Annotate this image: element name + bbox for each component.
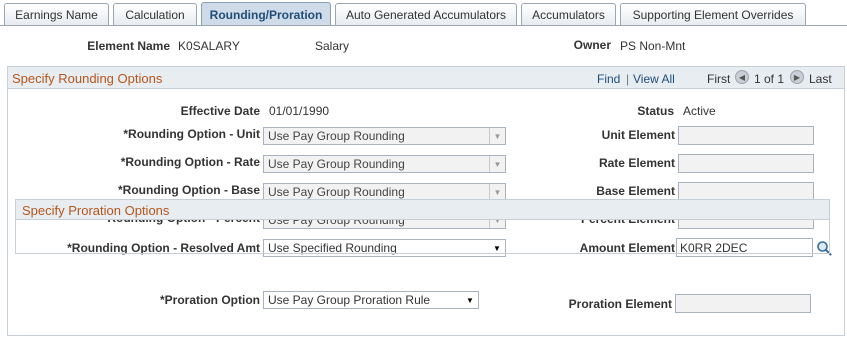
rounding-unit-value: Use Pay Group Rounding (268, 129, 405, 143)
rounding-unit-label: *Rounding Option - Unit (123, 127, 260, 141)
rounding-unit-select: Use Pay Group Rounding ▼ (263, 127, 506, 145)
chevron-right-icon[interactable]: ▶ (790, 70, 804, 84)
tab-label: Earnings Name (15, 8, 98, 22)
nav-separator: | (626, 72, 630, 86)
effective-date-value: 01/01/1990 (269, 104, 330, 118)
rounding-base-label: *Rounding Option - Base (118, 183, 260, 197)
tab-label: Supporting Element Overrides (632, 8, 794, 22)
rounding-options-title: Specify Rounding Options (12, 71, 163, 86)
rate-element-label: Rate Element (598, 156, 675, 170)
chevron-down-icon: ▼ (489, 128, 505, 144)
rounding-rate-value: Use Pay Group Rounding (268, 157, 405, 171)
tab-underline (0, 25, 847, 26)
owner-value: PS Non-Mnt (620, 39, 686, 53)
proration-option-value: Use Pay Group Proration Rule (268, 293, 431, 307)
element-name-value: K0SALARY (178, 39, 240, 53)
unit-element-label: Unit Element (601, 128, 675, 142)
tab-label: Calculation (125, 8, 185, 22)
chevron-down-icon: ▼ (489, 156, 505, 172)
proration-options-group: Specify Proration Options (15, 199, 830, 254)
status-value: Active (683, 104, 716, 118)
tab-supporting-element-overrides[interactable]: Supporting Element Overrides (620, 3, 806, 26)
tab-accumulators[interactable]: Accumulators (521, 3, 616, 26)
tab-label: Auto Generated Accumulators (345, 8, 507, 22)
tab-calculation[interactable]: Calculation (113, 3, 197, 26)
view-all-link[interactable]: View All (633, 72, 675, 86)
tab-earnings-name[interactable]: Earnings Name (4, 3, 109, 26)
element-name-label: Element Name (87, 39, 170, 53)
proration-option-label: *Proration Option (160, 293, 260, 307)
proration-element-label: Proration Element (568, 297, 672, 311)
element-description: Salary (315, 39, 350, 53)
find-link[interactable]: Find (597, 72, 620, 86)
chevron-down-icon: ▼ (489, 184, 505, 200)
tab-rounding-proration[interactable]: Rounding/Proration (201, 2, 331, 26)
status-label: Status (637, 104, 674, 118)
chevron-left-icon[interactable]: ◀ (735, 70, 749, 84)
base-element-label: Base Element (596, 184, 675, 198)
proration-options-header: Specify Proration Options (16, 200, 829, 220)
rounding-rate-label: *Rounding Option - Rate (120, 155, 260, 169)
effective-date-label: Effective Date (180, 104, 260, 118)
tab-bar: Earnings Name Calculation Rounding/Prora… (0, 0, 847, 26)
first-label: First (707, 72, 731, 86)
unit-element-field (678, 126, 814, 145)
proration-element-field (675, 294, 811, 313)
chevron-down-icon: ▼ (466, 295, 474, 305)
tab-label: Rounding/Proration (209, 7, 323, 22)
rounding-rate-select: Use Pay Group Rounding ▼ (263, 155, 506, 173)
owner-label: Owner (573, 38, 611, 52)
rounding-options-header: Specify Rounding Options Find | View All… (8, 67, 844, 89)
tab-label: Accumulators (532, 8, 605, 22)
rate-element-field (678, 154, 814, 173)
proration-options-title: Specify Proration Options (22, 203, 170, 218)
last-label: Last (809, 72, 832, 86)
rounding-base-value: Use Pay Group Rounding (268, 185, 405, 199)
proration-option-select[interactable]: Use Pay Group Proration Rule ▼ (263, 291, 479, 309)
tab-auto-generated-accumulators[interactable]: Auto Generated Accumulators (335, 3, 517, 26)
page-info: 1 of 1 (754, 72, 785, 86)
